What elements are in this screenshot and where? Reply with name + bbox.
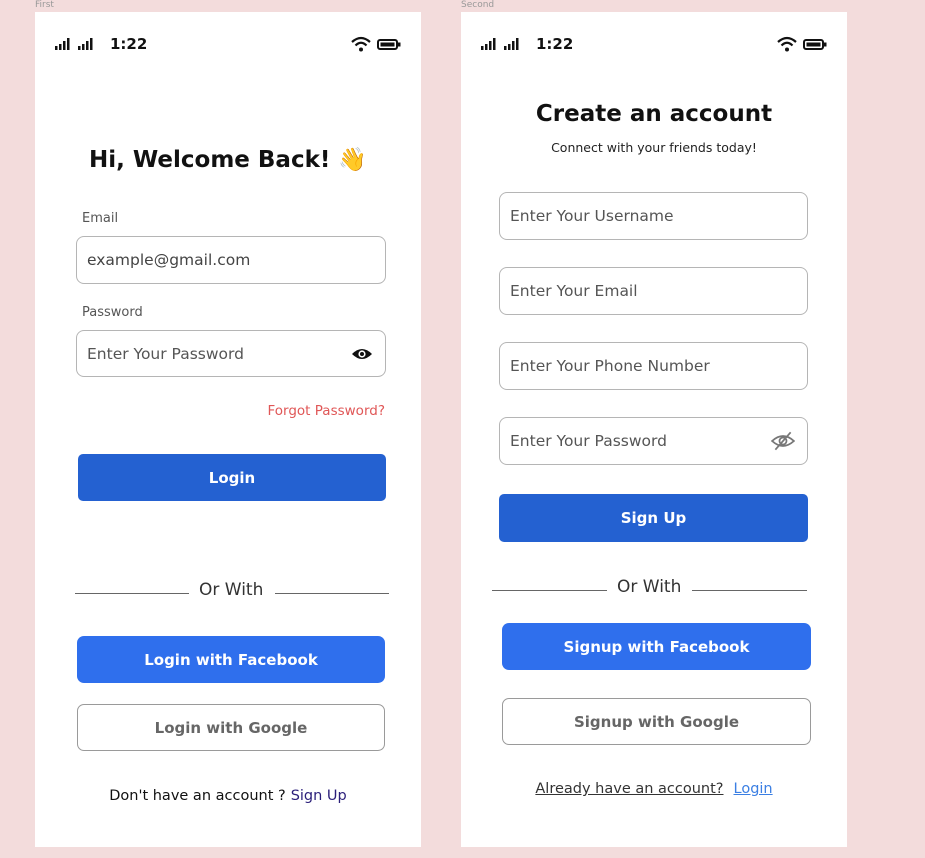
divider-text: Or With — [199, 580, 264, 600]
frame-label: Second — [461, 0, 495, 10]
signup-prompt: Don't have an account ? Sign Up — [35, 788, 421, 804]
email-field[interactable]: Enter Your Email — [499, 267, 808, 315]
username-placeholder: Enter Your Username — [510, 207, 674, 225]
email-label: Email — [82, 211, 119, 226]
wave-emoji: 👋 — [338, 147, 368, 173]
page-title: Hi, Welcome Back! 👋 — [88, 147, 368, 173]
signup-prompt-text: Don't have an account ? — [109, 788, 286, 804]
password-field[interactable]: Enter Your Password — [76, 330, 386, 377]
google-login-button[interactable]: Login with Google — [77, 704, 385, 751]
battery-icon — [377, 39, 401, 50]
status-bar: 1:22 — [55, 34, 401, 54]
eye-off-icon[interactable] — [771, 431, 795, 451]
wifi-icon — [351, 36, 371, 52]
eye-icon[interactable] — [351, 346, 373, 362]
divider-line-left — [492, 590, 607, 591]
username-field[interactable]: Enter Your Username — [499, 192, 808, 240]
login-prompt-text: Already have an account? — [535, 781, 724, 797]
wifi-icon — [777, 36, 797, 52]
password-placeholder: Enter Your Password — [510, 432, 667, 450]
signup-link[interactable]: Sign Up — [291, 788, 347, 804]
login-button[interactable]: Login — [78, 454, 386, 501]
signal-icon — [481, 38, 519, 50]
signup-button[interactable]: Sign Up — [499, 494, 808, 542]
password-label: Password — [82, 305, 143, 320]
divider-line-right — [692, 590, 807, 591]
divider-text: Or With — [617, 577, 682, 597]
battery-icon — [803, 39, 827, 50]
frame-label: First — [35, 0, 54, 10]
status-time: 1:22 — [536, 35, 574, 53]
password-placeholder: Enter Your Password — [87, 344, 244, 363]
login-link[interactable]: Login — [734, 781, 773, 797]
status-bar: 1:22 — [481, 34, 827, 54]
google-signup-button[interactable]: Signup with Google — [502, 698, 811, 745]
facebook-login-button[interactable]: Login with Facebook — [77, 636, 385, 683]
email-value: example@gmail.com — [87, 251, 251, 269]
status-time: 1:22 — [110, 35, 148, 53]
phone-placeholder: Enter Your Phone Number — [510, 357, 710, 375]
login-prompt: Already have an account? Login — [461, 781, 847, 797]
email-field[interactable]: example@gmail.com — [76, 236, 386, 284]
signal-icon — [55, 38, 93, 50]
email-placeholder: Enter Your Email — [510, 282, 638, 300]
signup-screen: Second 1:22 Create an account Connect wi… — [461, 0, 847, 847]
forgot-password-link[interactable]: Forgot Password? — [268, 403, 386, 419]
login-screen: First 1:22 Hi, Welcome Back! 👋 Email exa… — [35, 0, 421, 847]
page-subtitle: Connect with your friends today! — [551, 140, 757, 155]
divider-line-right — [275, 593, 389, 594]
page-title: Create an account — [535, 101, 773, 127]
phone-field[interactable]: Enter Your Phone Number — [499, 342, 808, 390]
divider-line-left — [75, 593, 189, 594]
facebook-signup-button[interactable]: Signup with Facebook — [502, 623, 811, 670]
password-field[interactable]: Enter Your Password — [499, 417, 808, 465]
